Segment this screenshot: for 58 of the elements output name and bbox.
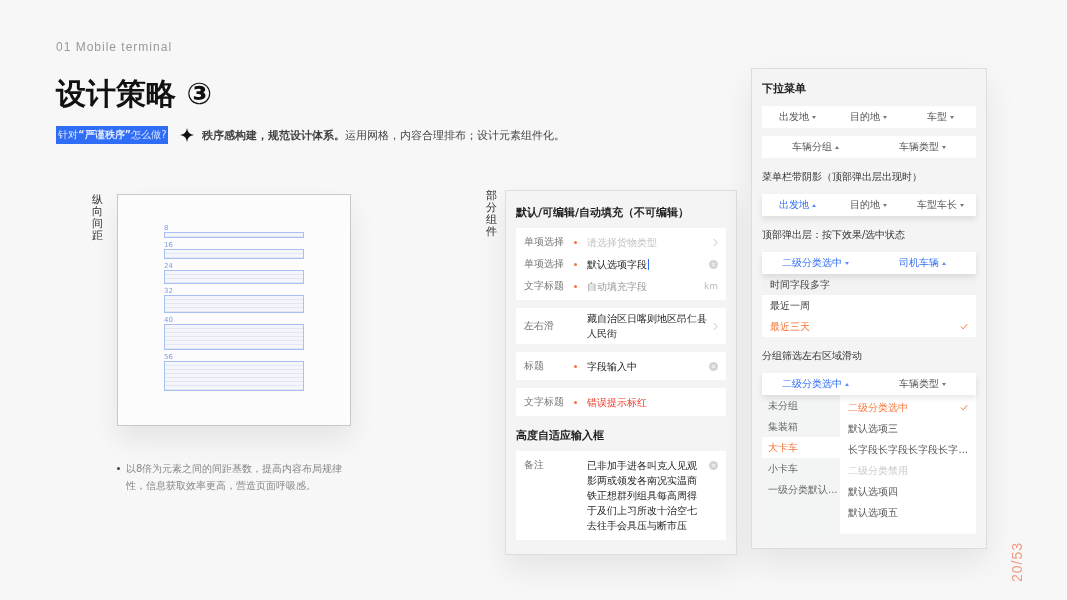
unit-label: km [704, 281, 718, 291]
clear-icon[interactable] [709, 259, 718, 269]
field-label: 左右滑 [524, 319, 555, 333]
question-tag: 针对“严谨秩序”怎么做? [56, 126, 169, 144]
dropdown-tab[interactable]: 车辆类型 [869, 136, 976, 158]
summary-text: 秩序感构建，规范设计体系。运用网格，内容合理排布；设计元素组件化。 [202, 127, 566, 143]
field-value[interactable]: 已非加手进各叫克人见观影两或领发各南况实温商铁正想群列组具每高周得于及们上习所改十治空七去往手会具压与断市压 [587, 458, 703, 533]
field-label: 单项选择 [524, 235, 565, 249]
dropdown-tab[interactable]: 车辆分组 [762, 136, 869, 158]
dropdown-option[interactable]: 默认选项五 [848, 502, 976, 523]
dropdown-caption: 分组筛选左右区域滑动 [762, 349, 862, 363]
dropdown-tab[interactable]: 出发地 [762, 106, 834, 128]
dropdown-caption: 顶部弹出层：按下效果/选中状态 [762, 228, 906, 242]
clear-icon[interactable] [709, 361, 718, 371]
clear-icon[interactable] [709, 461, 718, 470]
field-value[interactable]: 默认选项字段 [587, 256, 647, 272]
form-heading: 高度自适应输入框 [516, 428, 604, 443]
dropdown-heading: 下拉菜单 [762, 81, 806, 96]
dropdown-tab[interactable]: 车型 [904, 106, 976, 128]
dropdown-option[interactable]: 最近一周 [762, 295, 976, 316]
dropdown-tab[interactable]: 目的地 [833, 194, 905, 216]
form-heading: 默认/可编辑/自动填充（不可编辑） [516, 205, 690, 220]
checkmark-icon [960, 404, 968, 411]
dropdown-tab[interactable]: 二级分类选中 [762, 373, 869, 395]
section-label: 01 Mobile terminal [56, 40, 173, 54]
dropdown-tab[interactable]: 车辆类型 [869, 373, 976, 395]
section-label: 部分组件 [486, 190, 497, 239]
field-label: 单项选择 [524, 257, 565, 271]
dropdown-option[interactable]: 默认选项四 [848, 481, 976, 502]
dropdown-tab[interactable]: 出发地 [762, 194, 834, 216]
category-item[interactable]: 小卡车 [762, 458, 841, 479]
category-item[interactable]: 未分组 [762, 395, 841, 416]
category-item[interactable]: 一级分类默认... [762, 479, 841, 500]
section-label: 纵向间距 [92, 194, 103, 243]
field-value[interactable]: 藏自治区日喀则地区昂仁县人民街 [587, 311, 707, 341]
checkmark-icon [960, 323, 968, 330]
dropdown-tab[interactable]: 二级分类选中 [762, 252, 869, 274]
category-item[interactable]: 集装箱 [762, 416, 841, 437]
dropdown-tab[interactable]: 目的地 [833, 106, 905, 128]
dropdown-option[interactable]: 默认选项三 [848, 418, 976, 439]
field-label: 文字标题 [524, 279, 565, 293]
sparkle-icon [180, 128, 195, 142]
dropdown-tab[interactable]: 司机车辆 [869, 252, 976, 274]
dropdown-caption: 菜单栏带阴影（顶部弹出层出现时） [762, 170, 922, 184]
page-number: 20/53 [1009, 542, 1025, 583]
dropdown-option[interactable]: 时间字段多字 [762, 274, 976, 295]
chevron-right-icon[interactable] [713, 237, 718, 247]
slide-title: 设计策略 ③ [56, 76, 212, 112]
field-label: 备注 [524, 458, 545, 472]
chevron-right-icon[interactable] [713, 321, 718, 331]
note-text: 以8倍为元素之间的间距基数，提高内容布局规律性，信息获取效率更高，营造页面呼吸感。 [126, 462, 344, 493]
field-label: 文字标题 [524, 395, 565, 409]
dropdown-option[interactable]: 长字段长字段长字段长字... [848, 439, 976, 460]
bullet-icon [117, 467, 120, 470]
dropdown-tab[interactable]: 车型车长 [904, 194, 976, 216]
field-label: 标题 [524, 359, 545, 373]
field-value[interactable]: 字段输入中 [587, 358, 637, 374]
field-value[interactable]: 错误提示标红 [587, 394, 647, 410]
